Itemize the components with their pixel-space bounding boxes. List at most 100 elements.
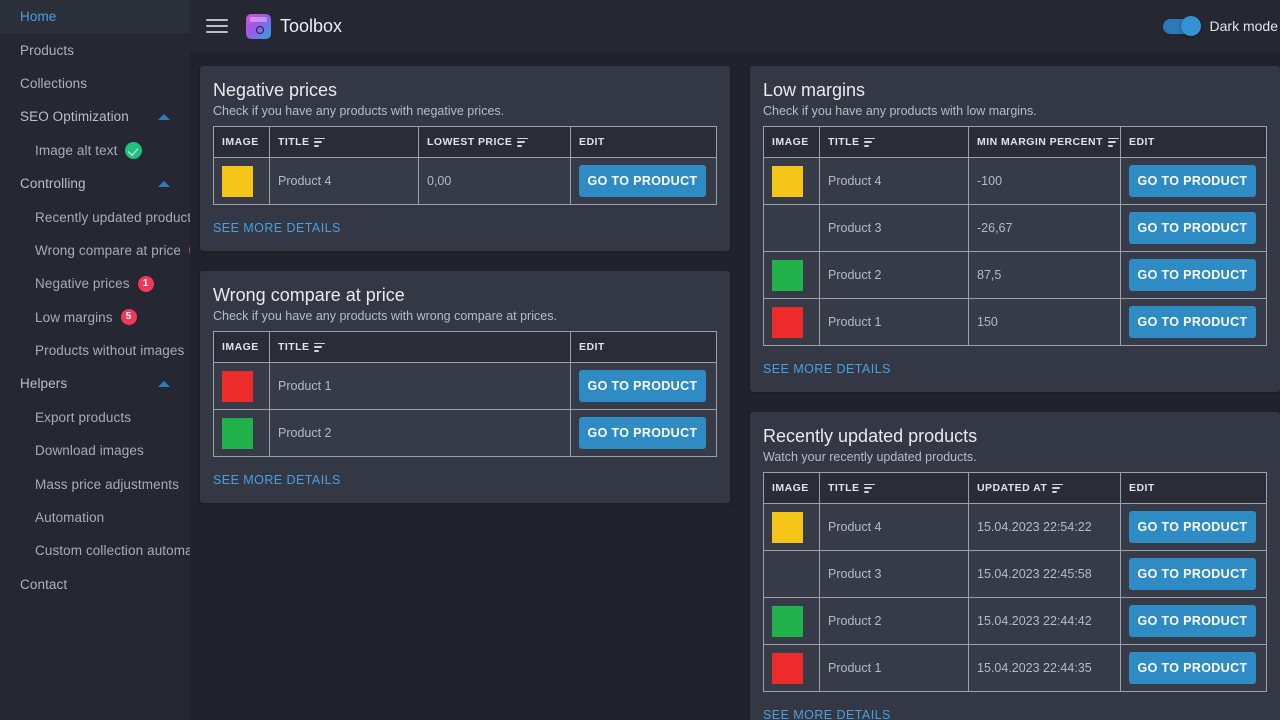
sidebar-item-label: Download images [35,443,144,459]
go-to-product-button[interactable]: GO TO PRODUCT [579,370,706,402]
go-to-product-button[interactable]: GO TO PRODUCT [1129,212,1256,244]
card-subtitle: Watch your recently updated products. [763,450,977,464]
go-to-product-button[interactable]: GO TO PRODUCT [579,165,706,197]
sidebar-item-low-margins[interactable]: Low margins 5 [0,301,190,334]
table-row: Product 2 15.04.2023 22:44:42 GO TO PRODUC… [763,597,1267,645]
sidebar-item-products[interactable]: Products [0,33,190,66]
sidebar-item-seo-optimization[interactable]: SEO Optimization [0,100,190,133]
chevron-up-icon[interactable] [158,380,170,387]
column-header-label: IMAGE [772,136,809,148]
column-header-label: TITLE [278,341,310,353]
table-row: Product 4 15.04.2023 22:54:22 GO TO PRODUC… [763,503,1267,551]
see-more-details-link[interactable]: SEE MORE DETAILS [763,346,891,392]
sidebar-item-negative-prices[interactable]: Negative prices 1 [0,267,190,300]
column-header-title[interactable]: TITLE [269,331,571,363]
go-to-product-button[interactable]: GO TO PRODUCT [1129,259,1256,291]
go-to-product-button[interactable]: GO TO PRODUCT [1129,306,1256,338]
sort-icon[interactable] [1052,483,1064,493]
sidebar-item-download-images[interactable]: Download images [0,434,190,467]
sidebar-item-products-without-images[interactable]: Products without images1 [0,334,190,367]
cell-image [213,362,270,410]
sidebar-item-mass-price-adjustments[interactable]: Mass price adjustments [0,467,190,500]
left-column: Negative prices Check if you have any pro… [200,66,730,720]
go-to-product-button[interactable]: GO TO PRODUCT [1129,652,1256,684]
cell-title: Product 1 [819,644,969,692]
sidebar-item-helpers[interactable]: Helpers [0,367,190,400]
sidebar-item-collections[interactable]: Collections [0,67,190,100]
column-header-lowest-price[interactable]: LOWEST PRICE [418,126,571,158]
dashboard-content: Negative prices Check if you have any pro… [190,52,1280,720]
sort-icon[interactable] [864,137,876,147]
column-header-label: TITLE [828,482,860,494]
products-table: IMAGE TITLE UPDATED AT EDIT Product 4 15.04.2… [763,472,1267,692]
column-header-min-margin-percent[interactable]: MIN MARGIN PERCENT [968,126,1121,158]
column-header-label: EDIT [579,341,605,353]
right-column: Low margins Check if you have any product… [750,66,1280,720]
see-more-details-link[interactable]: SEE MORE DETAILS [213,457,341,503]
sidebar-item-recently-updated-products[interactable]: Recently updated products [0,200,190,233]
sort-icon[interactable] [314,342,326,352]
cell-value: 15.04.2023 22:45:58 [968,550,1121,598]
sort-icon[interactable] [517,137,529,147]
product-image-swatch [222,165,253,197]
sidebar-item-label: Recently updated products [35,209,190,225]
sidebar-item-home[interactable]: Home [0,0,190,34]
go-to-product-button[interactable]: GO TO PRODUCT [1129,511,1256,543]
table-row: Product 3 15.04.2023 22:45:58 GO TO PRODUC… [763,550,1267,598]
cell-title: Product 4 [269,157,419,205]
cell-edit: GO TO PRODUCT [1120,251,1267,299]
go-to-product-button[interactable]: GO TO PRODUCT [1129,558,1256,590]
column-header-title[interactable]: TITLE [269,126,419,158]
cell-image [763,298,820,346]
sidebar-item-label: Helpers [20,376,68,392]
sidebar-item-image-alt-text[interactable]: Image alt text [0,134,190,167]
table-row: Product 2 GO TO PRODUCT [213,409,717,457]
see-more-details-link[interactable]: SEE MORE DETAILS [763,692,891,720]
sidebar-item-export-products[interactable]: Export products [0,401,190,434]
sort-icon[interactable] [864,483,876,493]
sort-icon[interactable] [314,137,326,147]
column-header-updated-at[interactable]: UPDATED AT [968,472,1121,504]
table-row: Product 3 -26,67 GO TO PRODUCT [763,204,1267,252]
cell-value: 15.04.2023 22:44:35 [968,644,1121,692]
hamburger-icon[interactable] [206,15,228,37]
cell-image [213,409,270,457]
cell-value: -100 [968,157,1121,205]
sidebar-item-label: Image alt text [35,142,118,158]
go-to-product-button[interactable]: GO TO PRODUCT [1129,165,1256,197]
cell-title: Product 1 [269,362,571,410]
sidebar-item-automation[interactable]: Automation [0,501,190,534]
column-header-title[interactable]: TITLE [819,472,969,504]
column-header-label: LOWEST PRICE [427,136,513,148]
product-image-swatch [772,259,803,291]
cell-edit: GO TO PRODUCT [1120,644,1267,692]
cell-edit: GO TO PRODUCT [1120,204,1267,252]
column-header-title[interactable]: TITLE [819,126,969,158]
cell-edit: GO TO PRODUCT [1120,157,1267,205]
main-area: Toolbox Dark mode Negative prices Check i… [190,0,1280,720]
sidebar-item-label: Low margins [35,309,113,325]
column-header-label: UPDATED AT [977,482,1048,494]
chevron-up-icon[interactable] [158,180,170,187]
toolbox-logo-icon [246,13,271,39]
sidebar-item-wrong-compare-at-price[interactable]: Wrong compare at price 3 [0,234,190,267]
cell-edit: GO TO PRODUCT [570,157,717,205]
sidebar-item-controlling[interactable]: Controlling [0,167,190,200]
go-to-product-button[interactable]: GO TO PRODUCT [1129,605,1256,637]
chevron-up-icon[interactable] [158,113,170,120]
app-root: Home Products Collections SEO Optimization I… [0,0,1280,720]
card-subtitle: Check if you have any products with low … [763,104,1037,118]
cell-value: 15.04.2023 22:54:22 [968,503,1121,551]
cell-edit: GO TO PRODUCT [1120,550,1267,598]
go-to-product-button[interactable]: GO TO PRODUCT [579,417,706,449]
sidebar-item-contact[interactable]: Contact [0,568,190,601]
product-image-swatch [772,652,803,684]
column-header-label: TITLE [828,136,860,148]
column-header-image: IMAGE [213,331,270,363]
sidebar-item-custom-collection-automation[interactable]: Custom collection automation [0,534,190,567]
cell-title: Product 2 [819,597,969,645]
sort-icon[interactable] [1107,137,1119,147]
dark-mode-toggle[interactable] [1162,16,1201,36]
see-more-details-link[interactable]: SEE MORE DETAILS [213,205,341,251]
table-row: Product 1 GO TO PRODUCT [213,362,717,410]
